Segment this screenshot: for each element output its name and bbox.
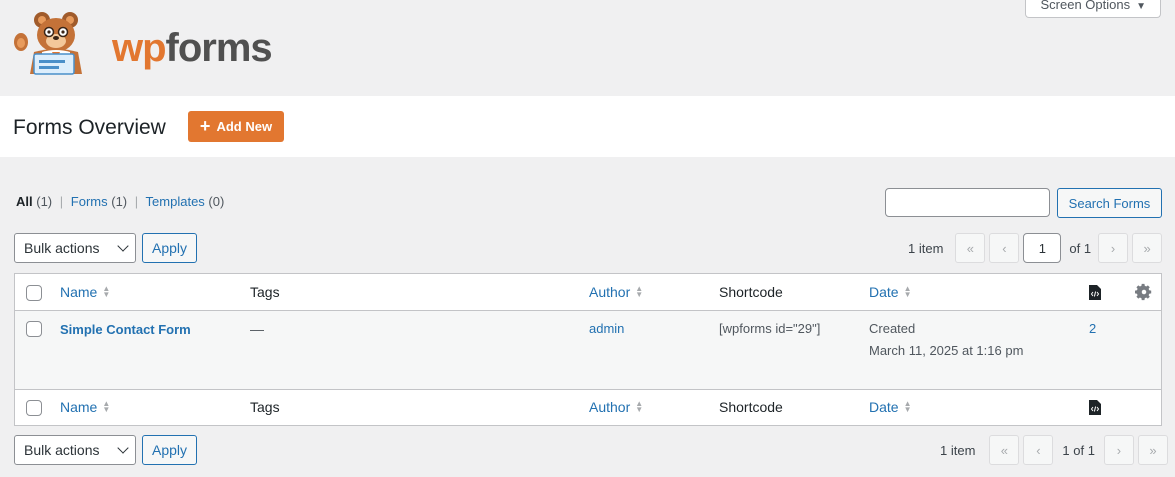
form-name-link[interactable]: Simple Contact Form <box>60 322 191 337</box>
column-author-label: Author <box>589 284 631 300</box>
column-author-footer[interactable]: Author ▲ ▼ <box>589 399 643 415</box>
wpforms-logo[interactable]: wpforms <box>12 8 273 76</box>
pagination-top: 1 item « ‹ 1 of 1 › » <box>908 233 1163 263</box>
page-indicator: 1 of 1 <box>1062 442 1095 458</box>
bulk-actions-value: Bulk actions <box>24 442 100 458</box>
filter-forms[interactable]: Forms <box>71 194 108 209</box>
next-page-button[interactable]: › <box>1103 435 1134 465</box>
column-date-footer[interactable]: Date ▲ ▼ <box>869 399 912 415</box>
page-title: Forms Overview <box>13 116 166 139</box>
bulk-actions-select-bottom[interactable]: Bulk actions <box>14 435 136 465</box>
column-shortcode-header: Shortcode <box>719 284 783 300</box>
add-new-button[interactable]: + Add New <box>188 111 284 142</box>
column-date-label: Date <box>869 399 899 415</box>
filter-all[interactable]: All <box>16 194 33 209</box>
screen-options-button[interactable]: Screen Options ▼ <box>1025 0 1161 18</box>
forms-table: Name ▲ ▼ Tags Author ▲ ▼ Shortcode Date ▲ ▼ Si… <box>14 273 1162 426</box>
plus-icon: + <box>199 116 211 136</box>
apply-button-bottom[interactable]: Apply <box>142 435 197 465</box>
chevron-down-icon <box>117 240 129 252</box>
table-row: Simple Contact Form — admin [wpforms id=… <box>15 311 1161 389</box>
filter-templates-count: (0) <box>208 194 225 209</box>
current-page-input[interactable]: 1 <box>1023 233 1062 263</box>
total-pages: of 1 <box>1069 240 1092 256</box>
sort-arrows-icon: ▲ ▼ <box>635 284 644 300</box>
form-date: March 11, 2025 at 1:16 pm <box>869 343 1024 358</box>
form-shortcode: [wpforms id="29"] <box>719 321 821 336</box>
sort-arrows-icon: ▲ ▼ <box>102 284 111 300</box>
filter-all-label: All <box>16 194 33 209</box>
wordmark-forms: forms <box>165 26 273 70</box>
select-all-checkbox-bottom[interactable] <box>26 400 42 416</box>
column-name-header[interactable]: Name ▲ ▼ <box>60 284 110 300</box>
column-tags-footer: Tags <box>250 399 280 415</box>
search-input[interactable] <box>885 188 1050 217</box>
bulk-actions-select-top[interactable]: Bulk actions <box>14 233 136 263</box>
column-date-header[interactable]: Date ▲ ▼ <box>869 284 912 300</box>
form-tags: — <box>250 321 264 337</box>
code-file-icon <box>1089 400 1101 415</box>
form-author-link[interactable]: admin <box>589 321 624 336</box>
item-count: 1 item <box>940 442 976 458</box>
code-file-icon <box>1089 285 1101 300</box>
search-forms-button[interactable]: Search Forms <box>1057 188 1162 218</box>
view-filters: All (1) | Forms (1) | Templates (0) <box>16 194 224 209</box>
last-page-button[interactable]: » <box>1137 435 1168 465</box>
column-author-label: Author <box>589 399 631 415</box>
caret-down-icon: ▼ <box>1136 1 1146 12</box>
next-page-button[interactable]: › <box>1098 233 1129 263</box>
prev-page-button[interactable]: ‹ <box>1023 435 1054 465</box>
wordmark-wp: wp <box>112 26 167 70</box>
first-page-button[interactable]: « <box>989 435 1020 465</box>
apply-button-top[interactable]: Apply <box>142 233 197 263</box>
pagination-bottom: 1 item « ‹ 1 of 1 › » <box>940 435 1168 465</box>
entries-count-link[interactable]: 2 <box>1089 321 1096 336</box>
wpforms-wordmark: wpforms <box>112 26 273 71</box>
filter-forms-label: Forms <box>70 194 108 209</box>
first-page-button[interactable]: « <box>955 233 986 263</box>
filter-forms-count: (1) <box>111 194 128 209</box>
prev-page-button[interactable]: ‹ <box>989 233 1020 263</box>
table-footer: Name ▲ ▼ Tags Author ▲ ▼ Shortcode Date ▲ ▼ <box>15 389 1161 425</box>
bear-mascot-icon <box>14 12 82 75</box>
separator: | <box>134 194 139 209</box>
title-band: Forms Overview + Add New <box>0 96 1175 157</box>
filter-all-count: (1) <box>36 194 53 209</box>
select-all-checkbox[interactable] <box>26 285 42 301</box>
sort-arrows-icon: ▲ ▼ <box>102 399 111 415</box>
header: wpforms Screen Options ▼ <box>0 0 1175 96</box>
row-checkbox[interactable] <box>26 321 42 337</box>
column-tags-header: Tags <box>250 284 280 300</box>
column-name-label: Name <box>60 284 98 300</box>
gear-icon[interactable] <box>1135 283 1153 301</box>
sort-arrows-icon: ▲ ▼ <box>635 399 644 415</box>
filter-templates-label: Templates <box>145 194 205 209</box>
column-shortcode-footer: Shortcode <box>719 399 783 415</box>
add-new-label: Add New <box>216 119 273 134</box>
column-name-label: Name <box>60 399 98 415</box>
form-date-status: Created <box>869 321 916 336</box>
last-page-button[interactable]: » <box>1132 233 1163 263</box>
sort-arrows-icon: ▲ ▼ <box>903 399 912 415</box>
chevron-down-icon <box>117 442 129 454</box>
sort-arrows-icon: ▲ ▼ <box>903 284 912 300</box>
bulk-actions-value: Bulk actions <box>24 240 100 256</box>
table-header: Name ▲ ▼ Tags Author ▲ ▼ Shortcode Date ▲ ▼ <box>15 274 1161 311</box>
item-count: 1 item <box>908 240 944 256</box>
screen-options-label: Screen Options <box>1040 0 1131 12</box>
filter-templates[interactable]: Templates <box>146 194 205 209</box>
column-author-header[interactable]: Author ▲ ▼ <box>589 284 643 300</box>
column-name-footer[interactable]: Name ▲ ▼ <box>60 399 110 415</box>
column-date-label: Date <box>869 284 899 300</box>
separator: | <box>59 194 64 209</box>
